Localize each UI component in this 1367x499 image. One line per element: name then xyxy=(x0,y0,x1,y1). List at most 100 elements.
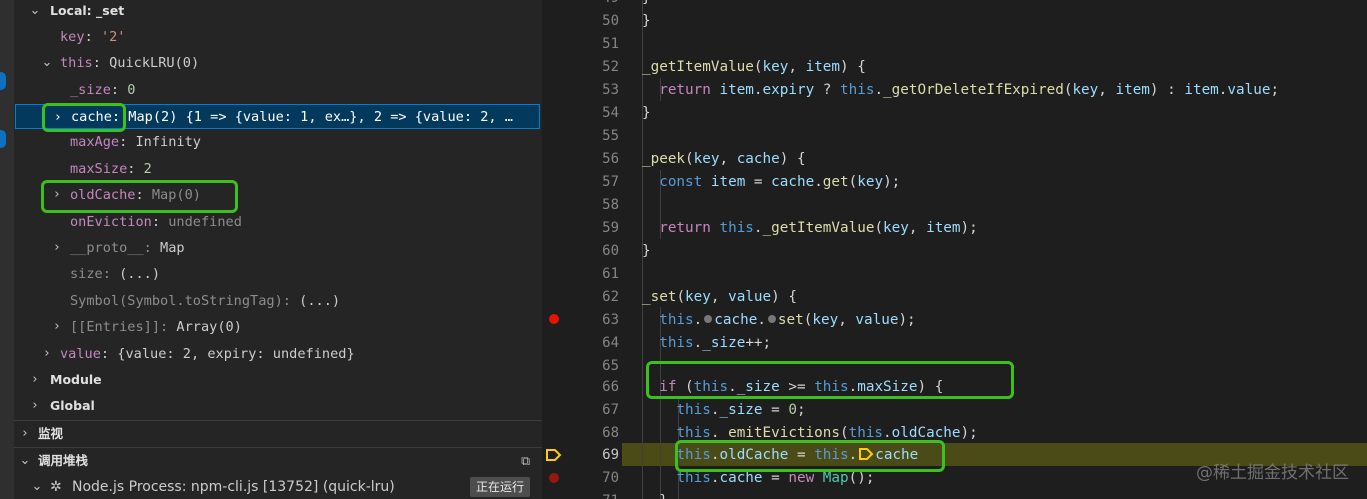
collapse-all-icon[interactable]: ⧉ xyxy=(521,448,530,474)
chevron-right-icon: › xyxy=(44,346,50,361)
code-line: _set(key, value) { xyxy=(642,289,797,305)
line-number: 69 xyxy=(602,447,619,463)
line-number: 55 xyxy=(602,128,619,144)
scope-label: Module xyxy=(50,372,102,387)
breakpoint-dot[interactable] xyxy=(549,473,559,483)
variable-name: this xyxy=(60,55,93,71)
paused-arrow-icon xyxy=(546,449,562,461)
variable-this[interactable]: ⌄ this: QuickLRU(0) xyxy=(14,50,542,76)
variable-value: Map xyxy=(160,240,185,256)
variable-name: oldCache xyxy=(70,187,136,203)
chevron-down-icon: ⌄ xyxy=(41,55,53,70)
line-number: 71 xyxy=(569,490,619,499)
variable-name: key xyxy=(60,29,85,45)
activity-badge[interactable] xyxy=(0,130,6,148)
variable-size-getter[interactable]: size: (...) xyxy=(14,261,542,287)
line-number: 66 xyxy=(602,379,619,395)
variable-value: (...) xyxy=(119,266,161,282)
code-line: this._size++; xyxy=(659,335,772,351)
line-number: 51 xyxy=(602,36,619,52)
line-number: 57 xyxy=(602,174,619,190)
code-line: if (this._size >= this.maxSize) { xyxy=(659,379,944,395)
chevron-right-icon: › xyxy=(55,110,61,125)
variable-name: Symbol(Symbol.toStringTag) xyxy=(70,293,283,309)
chevron-right-icon: › xyxy=(54,319,60,334)
variable-oneviction[interactable]: onEviction: undefined xyxy=(14,209,542,235)
variable-maxage[interactable]: maxAge: Infinity xyxy=(14,129,542,155)
code-line: const item = cache.get(key); xyxy=(659,174,901,190)
variable-name: size xyxy=(70,266,103,282)
activity-badge[interactable] xyxy=(0,72,6,90)
line-number: 61 xyxy=(602,266,619,282)
variable-symbol[interactable]: Symbol(Symbol.toStringTag): (...) xyxy=(14,288,542,314)
variable-value: {value: 2, expiry: undefined} xyxy=(117,346,355,362)
callstack-section-header[interactable]: ⌄ 调用堆栈 ⧉ xyxy=(14,447,542,474)
callstack-process[interactable]: ⌄ ✲ Node.js Process: npm-cli.js [13752] … xyxy=(14,474,542,499)
variable-value-obj[interactable]: › value: {value: 2, expiry: undefined} xyxy=(14,341,542,367)
chevron-down-icon: ⌄ xyxy=(31,479,43,494)
code-editor[interactable]: 49 50 51 52 53 54 55 56 57 58 59 60 61 6… xyxy=(542,0,1367,499)
scope-local-header[interactable]: ⌄ Local: _set xyxy=(14,0,542,24)
code-line: _peek(key, cache) { xyxy=(642,151,806,167)
variable-value: 0 xyxy=(127,82,136,98)
watermark: @稀土掘金技术社区 xyxy=(1196,463,1349,483)
variable-value: '2' xyxy=(100,29,126,45)
section-label: 监视 xyxy=(38,426,64,441)
variable-name: maxSize xyxy=(70,161,128,177)
variable-entries[interactable]: › [[Entries]]: Array(0) xyxy=(14,314,542,340)
variable-oldcache[interactable]: › oldCache: Map(0) xyxy=(14,182,542,208)
variable-key[interactable]: key: '2' xyxy=(14,24,542,50)
line-number: 65 xyxy=(602,358,619,374)
code-line: _getItemValue(key, item) { xyxy=(642,59,866,75)
variable-name: _size xyxy=(70,82,111,98)
activity-bar-strip xyxy=(0,0,14,499)
line-number: 56 xyxy=(602,151,619,167)
variable-value: (...) xyxy=(299,293,341,309)
watch-section-header[interactable]: › 监视 xyxy=(14,420,542,447)
variable-value: undefined xyxy=(168,214,242,230)
variable-cache[interactable]: › cache: Map(2) {1 => {value: 1, ex…}, 2… xyxy=(15,104,540,129)
code-line: this._size = 0; xyxy=(676,402,806,418)
code-line: this. cache. set(key, value); xyxy=(659,312,916,328)
chevron-right-icon: › xyxy=(54,240,60,255)
process-label: Node.js Process: npm-cli.js [13752] (qui… xyxy=(72,479,395,495)
bug-icon: ✲ xyxy=(50,479,62,495)
code-line: } xyxy=(642,0,1367,10)
variable-value: Map(2) {1 => {value: 1, ex…}, 2 => {valu… xyxy=(128,109,513,125)
running-badge: 正在运行 xyxy=(469,477,530,497)
variable-value: Infinity xyxy=(135,134,201,150)
chevron-down-icon: ⌄ xyxy=(19,453,31,468)
line-number: 60 xyxy=(602,243,619,259)
variable-maxsize[interactable]: maxSize: 2 xyxy=(14,156,542,182)
line-number: 52 xyxy=(602,59,619,75)
code-line: return item.expiry ? this._getOrDeleteIf… xyxy=(659,82,1280,98)
variable-name: value xyxy=(60,346,101,362)
line-number: 68 xyxy=(602,425,619,441)
section-label: 调用堆栈 xyxy=(38,453,89,468)
line-number: 50 xyxy=(602,13,619,29)
scope-label: Local: _set xyxy=(50,3,125,18)
line-number: 67 xyxy=(602,402,619,418)
variable-name: [[Entries]] xyxy=(70,319,161,335)
variable-name: cache xyxy=(71,109,112,125)
line-number: 53 xyxy=(602,82,619,98)
variable-value: QuickLRU(0) xyxy=(109,55,200,71)
chevron-right-icon: › xyxy=(32,398,38,413)
scope-module[interactable]: › Module xyxy=(14,367,542,393)
scope-global[interactable]: › Global xyxy=(14,393,542,419)
variable-proto[interactable]: › __proto__: Map xyxy=(14,235,542,261)
variable-name: __proto__ xyxy=(70,240,144,256)
variable-size[interactable]: _size: 0 xyxy=(14,77,542,103)
variable-value: Map(0) xyxy=(151,187,201,203)
breakpoint-dot[interactable] xyxy=(549,314,559,324)
variable-name: maxAge xyxy=(70,134,120,150)
line-number: 59 xyxy=(602,220,619,236)
line-number: 63 xyxy=(602,312,619,328)
code-line: } xyxy=(642,105,651,121)
line-number: 49 xyxy=(569,0,619,10)
